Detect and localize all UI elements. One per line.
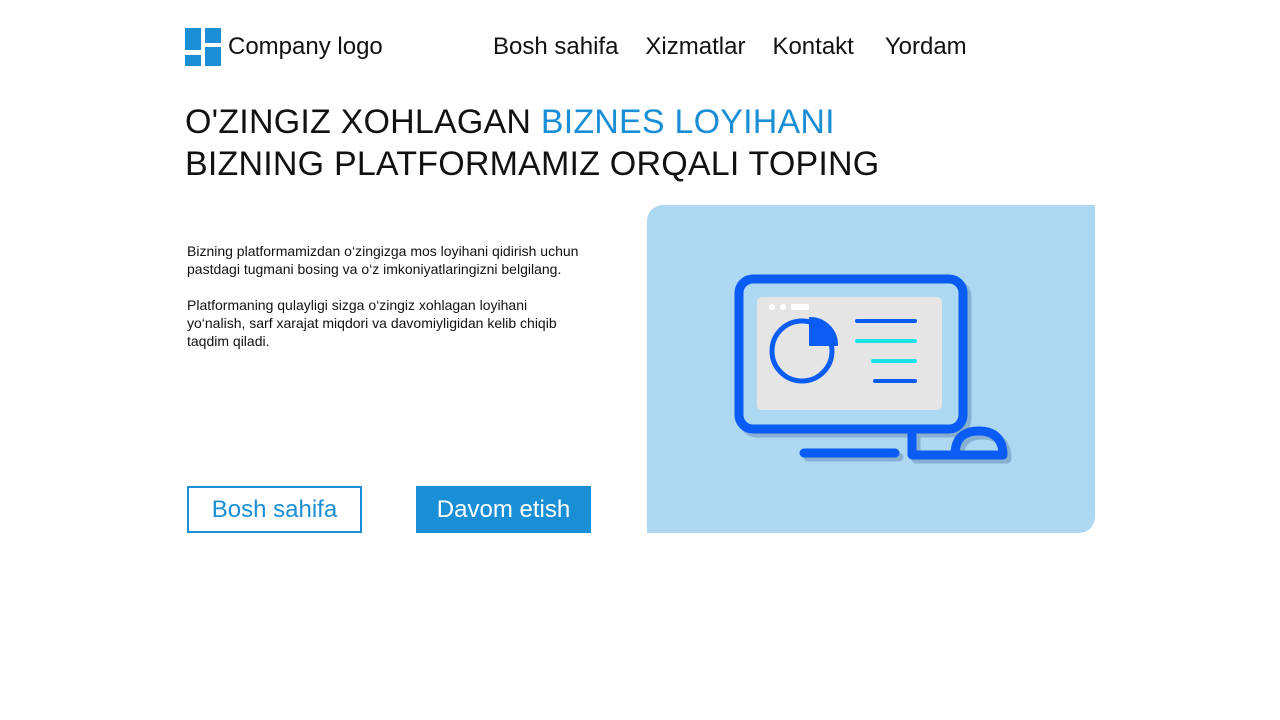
hero-title-accent: BIZNES LOYIHANI xyxy=(540,103,835,141)
company-logo[interactable]: Company logo xyxy=(185,27,383,67)
description: Bizning platformamizdan o‘zingizga mos l… xyxy=(187,242,587,350)
illustration-panel xyxy=(647,205,1095,533)
nav-item-yordam[interactable]: Yordam xyxy=(885,27,967,67)
hero-title-plain: O'ZINGIZ XOHLAGAN xyxy=(185,103,541,141)
description-paragraph-1: Bizning platformamizdan o‘zingizga mos l… xyxy=(187,243,579,277)
nav-item-xizmatlar[interactable]: Xizmatlar xyxy=(645,27,745,67)
landing-page: Company logo Bosh sahifa Xizmatlar Konta… xyxy=(0,0,1280,720)
description-paragraph-2: Platformaning qulayligi sizga o‘zingiz x… xyxy=(187,297,557,349)
nav-item-kontakt[interactable]: Kontakt xyxy=(772,27,853,67)
logo-text: Company logo xyxy=(228,33,383,60)
nav-item-bosh-sahifa[interactable]: Bosh sahifa xyxy=(493,27,618,67)
continue-button[interactable]: Davom etish xyxy=(416,486,591,533)
logo-icon xyxy=(185,28,222,66)
main-nav: Bosh sahifa Xizmatlar Kontakt Yordam xyxy=(493,27,967,67)
hero-title-line2: BIZNING PLATFORMAMIZ ORQALI TOPING xyxy=(185,145,880,183)
computer-monitor-chart-icon xyxy=(734,274,1012,464)
home-button[interactable]: Bosh sahifa xyxy=(187,486,362,533)
hero-title: O'ZINGIZ XOHLAGAN BIZNES LOYIHANI BIZNIN… xyxy=(185,101,879,185)
